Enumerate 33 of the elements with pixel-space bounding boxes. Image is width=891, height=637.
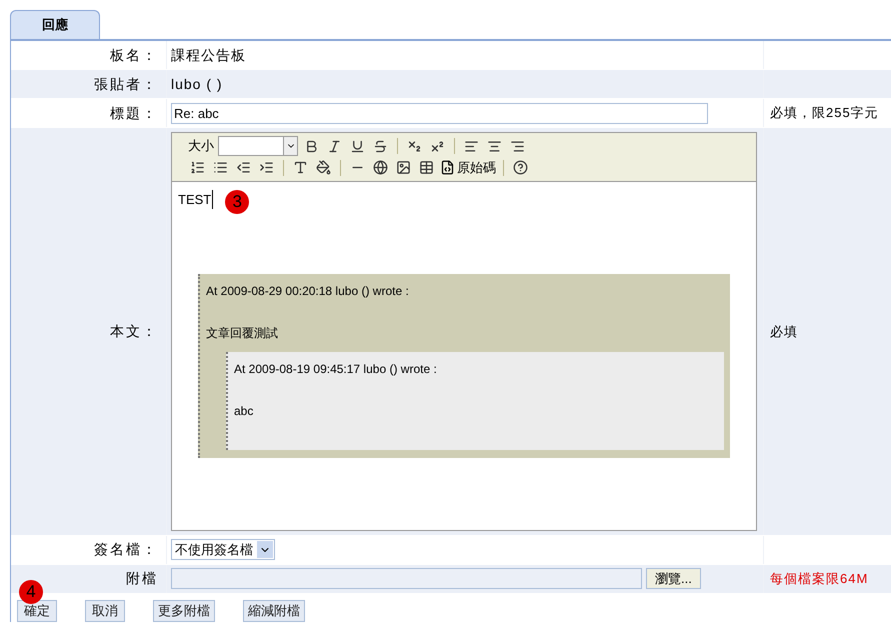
quote-header: At 2009-08-19 09:45:17 lubo () wrote : [234,360,438,378]
help-icon[interactable] [511,158,530,178]
browse-button[interactable]: 瀏覽... [646,568,701,589]
editor-body[interactable]: TEST 3 At 2009-08-29 00:20:18 lubo () wrote : 文章回覆測試 At 2009-08-19 09:45:17 lubo () wrote : abc [172,182,756,530]
field-note: 必填 [770,322,798,340]
field-note: 每個檔案限64M [770,570,868,588]
field-label: 板名： [110,46,158,64]
field-value: lubo ( ) [171,74,223,94]
action-button[interactable]: 確定 [17,600,57,622]
reply-tab[interactable]: 回應 [10,10,100,39]
field-label: 標題： [110,104,158,122]
action-button[interactable]: 更多附檔 [153,600,215,622]
size-label: 大小 [188,137,214,156]
quote-text: 文章回覆測試 [206,324,279,342]
signature-dropdown[interactable]: 不使用簽名檔 [171,539,275,560]
annotation-badge: 3 [225,190,250,214]
field-label: 簽名檔： [94,540,158,559]
title-field[interactable]: Re: abc [171,102,708,124]
file-path-field[interactable] [171,568,642,589]
field-label: 本文： [110,322,158,341]
typed-text: TEST [178,190,214,209]
field-note: 必填，限255字元 [770,104,879,122]
source-button[interactable]: 原始碼 [440,158,496,178]
paint-bucket-icon[interactable] [314,158,333,178]
globe-icon[interactable] [371,158,390,178]
field-label: 張貼者： [94,74,158,94]
field-value: 課程公告板 [171,46,246,64]
action-button[interactable]: 取消 [85,600,125,622]
field-label: 附檔 [126,569,158,588]
quote-text: abc [234,402,254,420]
action-button[interactable]: 縮減附檔 [243,600,305,622]
document-icon [440,160,455,176]
quote-header: At 2009-08-29 00:20:18 lubo () wrote : [206,282,410,300]
